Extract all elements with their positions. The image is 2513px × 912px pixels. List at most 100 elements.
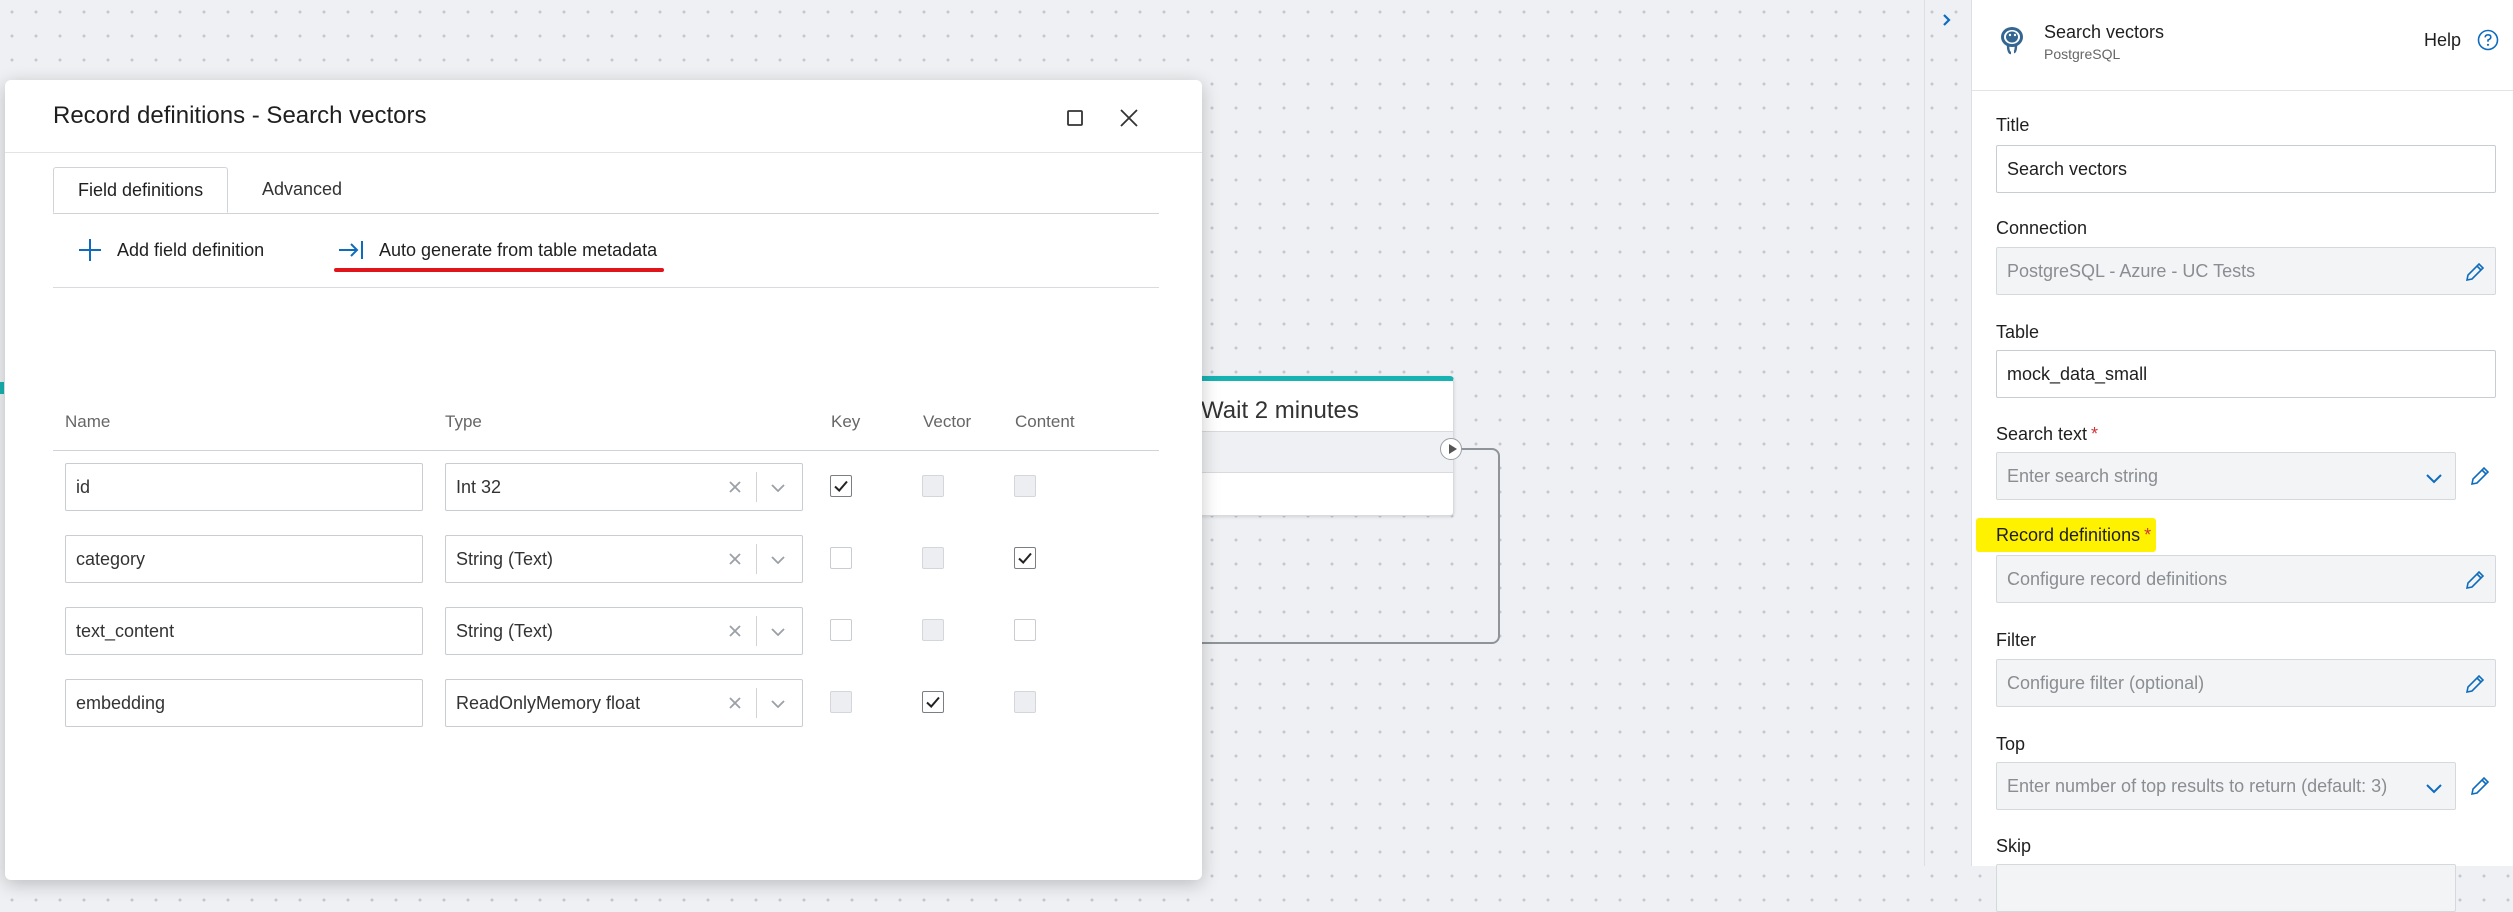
dialog-toolbar: Add field definition Auto generate from … bbox=[53, 230, 1159, 288]
chevron-down-icon[interactable] bbox=[768, 550, 788, 570]
close-icon[interactable] bbox=[1113, 102, 1145, 134]
node-output-port[interactable] bbox=[1440, 438, 1462, 460]
clear-icon[interactable] bbox=[726, 694, 744, 712]
vector-checkbox bbox=[922, 475, 944, 497]
top-edit-button[interactable] bbox=[2462, 762, 2496, 810]
column-header-name: Name bbox=[65, 412, 111, 431]
search-text-label: Search text * bbox=[1996, 424, 2098, 445]
key-checkbox bbox=[830, 691, 852, 713]
table-input[interactable]: mock_data_small bbox=[1996, 350, 2496, 398]
table-value: mock_data_small bbox=[2007, 364, 2148, 384]
table-row: text_content String (Text) bbox=[53, 607, 1159, 655]
content-checkbox bbox=[1014, 475, 1036, 497]
tab-advanced[interactable]: Advanced bbox=[238, 167, 366, 213]
pencil-icon bbox=[2470, 776, 2490, 796]
chevron-right-icon[interactable] bbox=[1936, 10, 1956, 30]
dialog-title: Record definitions - Search vectors bbox=[53, 102, 427, 129]
field-type-select[interactable]: ReadOnlyMemory float bbox=[445, 679, 803, 727]
field-name-input[interactable]: category bbox=[65, 535, 423, 583]
help-icon[interactable] bbox=[2477, 29, 2499, 51]
arrow-to-bar-icon bbox=[339, 241, 363, 259]
content-checkbox bbox=[1014, 691, 1036, 713]
key-checkbox[interactable] bbox=[830, 547, 852, 569]
required-marker: * bbox=[2091, 424, 2099, 444]
connection-value: PostgreSQL - Azure - UC Tests bbox=[2007, 261, 2256, 281]
select-divider bbox=[756, 688, 757, 718]
search-text-combobox[interactable]: Enter search string bbox=[1996, 452, 2456, 500]
chevron-down-icon[interactable] bbox=[2423, 467, 2445, 489]
node-body bbox=[1181, 432, 1453, 472]
field-type-value: ReadOnlyMemory float bbox=[456, 693, 641, 713]
record-definitions-label: Record definitions * bbox=[1996, 525, 2151, 546]
field-type-value: String (Text) bbox=[456, 549, 554, 569]
top-combobox[interactable]: Enter number of top results to return (d… bbox=[1996, 762, 2456, 810]
tab-field-definitions[interactable]: Field definitions bbox=[53, 167, 229, 213]
field-name-input[interactable]: embedding bbox=[65, 679, 423, 727]
maximize-icon[interactable] bbox=[1059, 102, 1091, 134]
select-divider bbox=[756, 544, 757, 574]
field-type-select[interactable]: String (Text) bbox=[445, 607, 803, 655]
search-text-placeholder: Enter search string bbox=[2007, 466, 2159, 486]
field-name-input[interactable]: text_content bbox=[65, 607, 423, 655]
vector-checkbox bbox=[922, 547, 944, 569]
dialog-tabs: Field definitions Advanced bbox=[53, 167, 1159, 214]
table-label: Table bbox=[1996, 322, 2040, 342]
connection-label: Connection bbox=[1996, 218, 2088, 238]
key-checkbox[interactable] bbox=[830, 475, 852, 497]
pencil-icon[interactable] bbox=[2463, 568, 2487, 592]
panel-subtitle: PostgreSQL bbox=[2044, 46, 2121, 62]
content-checkbox[interactable] bbox=[1014, 619, 1036, 641]
record-definitions-placeholder: Configure record definitions bbox=[2007, 569, 2228, 589]
postgresql-icon bbox=[1996, 24, 2028, 56]
canvas-panel-divider bbox=[1924, 0, 1925, 866]
skip-combobox[interactable] bbox=[1996, 864, 2456, 912]
add-field-definition-button[interactable]: Add field definition bbox=[77, 230, 264, 270]
table-row: embedding ReadOnlyMemory float bbox=[53, 679, 1159, 727]
pencil-icon[interactable] bbox=[2463, 260, 2487, 284]
field-name-input[interactable]: id bbox=[65, 463, 423, 511]
canvas-edge-marker bbox=[0, 382, 4, 394]
properties-panel: Search vectors PostgreSQL Help Title Sea… bbox=[1971, 0, 2513, 912]
annotation-underline bbox=[334, 268, 664, 272]
filter-field[interactable]: Configure filter (optional) bbox=[1996, 659, 2496, 707]
search-text-edit-button[interactable] bbox=[2462, 452, 2496, 500]
pencil-icon[interactable] bbox=[2463, 672, 2487, 696]
clear-icon[interactable] bbox=[726, 550, 744, 568]
filter-label: Filter bbox=[1996, 630, 2036, 650]
record-definitions-field[interactable]: Configure record definitions bbox=[1996, 555, 2496, 603]
search-text-label-text: Search text bbox=[1996, 424, 2088, 444]
content-checkbox[interactable] bbox=[1014, 547, 1036, 569]
field-type-select[interactable]: String (Text) bbox=[445, 535, 803, 583]
pencil-icon bbox=[2470, 466, 2490, 486]
panel-header: Search vectors PostgreSQL Help bbox=[1972, 0, 2513, 91]
help-link[interactable]: Help bbox=[2424, 30, 2461, 51]
plus-icon bbox=[79, 239, 101, 261]
chevron-down-icon[interactable] bbox=[768, 478, 788, 498]
top-label: Top bbox=[1996, 734, 2026, 754]
table-row: id Int 32 bbox=[53, 463, 1159, 511]
key-checkbox[interactable] bbox=[830, 619, 852, 641]
connection-field[interactable]: PostgreSQL - Azure - UC Tests bbox=[1996, 247, 2496, 295]
chevron-down-icon[interactable] bbox=[768, 622, 788, 642]
vector-checkbox[interactable] bbox=[922, 691, 944, 713]
required-marker: * bbox=[2144, 525, 2152, 545]
select-divider bbox=[756, 616, 757, 646]
chevron-down-icon[interactable] bbox=[768, 694, 788, 714]
clear-icon[interactable] bbox=[726, 622, 744, 640]
title-value: Search vectors bbox=[2007, 159, 2128, 179]
title-input[interactable]: Search vectors bbox=[1996, 145, 2496, 193]
record-definitions-dialog: Record definitions - Search vectors Fiel… bbox=[5, 80, 1202, 880]
auto-generate-button[interactable]: Auto generate from table metadata bbox=[337, 230, 657, 270]
clear-icon[interactable] bbox=[726, 478, 744, 496]
column-header-vector: Vector bbox=[923, 412, 972, 431]
filter-placeholder: Configure filter (optional) bbox=[2007, 673, 2205, 693]
wait-node[interactable]: Wait 2 minutes bbox=[1180, 376, 1454, 516]
dialog-header-divider bbox=[5, 152, 1202, 153]
field-type-select[interactable]: Int 32 bbox=[445, 463, 803, 511]
panel-title: Search vectors bbox=[2044, 22, 2165, 42]
vector-checkbox bbox=[922, 619, 944, 641]
node-divider bbox=[1181, 472, 1453, 473]
chevron-down-icon[interactable] bbox=[2423, 777, 2445, 799]
field-type-value: String (Text) bbox=[456, 621, 554, 641]
column-header-key: Key bbox=[831, 412, 861, 431]
